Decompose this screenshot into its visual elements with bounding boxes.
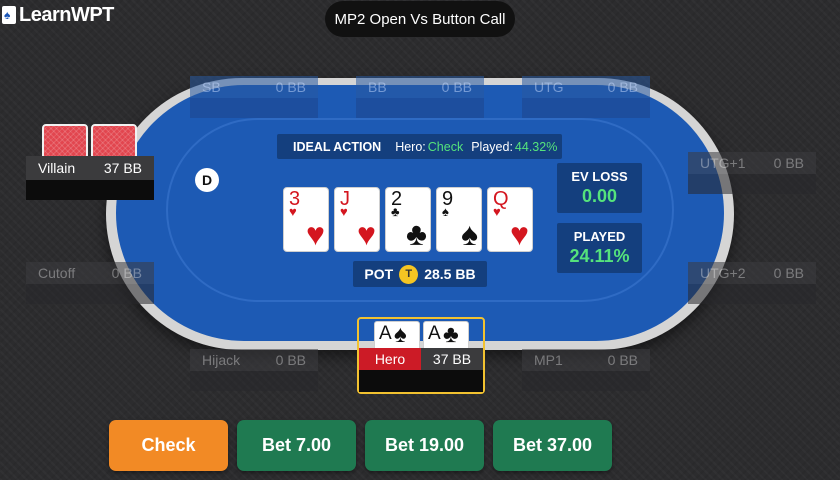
seat-name: UTG+2: [700, 265, 746, 281]
played-box: PLAYED 24.11%: [557, 223, 642, 273]
pot-value: 28.5 BB: [424, 266, 476, 282]
heart-icon: ♥: [289, 204, 297, 219]
card-rank: A: [428, 323, 441, 344]
seat-name: Hijack: [202, 352, 241, 368]
seat-name: UTG: [534, 79, 564, 95]
ideal-hero-action: Check: [427, 139, 464, 154]
spade-icon: ♠: [442, 204, 449, 219]
villain-hole-cards: [42, 124, 138, 164]
hero-seat: Hero 37 BB: [359, 348, 483, 392]
hero-card: A ♠: [374, 321, 420, 351]
seat-sb: SB 0 BB: [190, 76, 318, 118]
ev-loss-box: EV LOSS 0.00: [557, 163, 642, 213]
board-card: Q ♥ ♥: [487, 187, 533, 252]
heart-icon: ♥: [510, 216, 529, 252]
ev-loss-value: 0.00: [581, 186, 618, 206]
bet-7-button[interactable]: Bet 7.00: [237, 420, 356, 471]
seat-utg: UTG 0 BB: [522, 76, 650, 118]
seat-name: Cutoff: [38, 265, 76, 281]
villain-seat: Villain 37 BB: [26, 156, 154, 200]
board-card: 9 ♠ ♠: [436, 187, 482, 252]
seat-name: SB: [202, 79, 221, 95]
club-icon: ♣: [406, 216, 427, 252]
ideal-played-value: 44.32%: [514, 139, 558, 154]
seat-name: UTG+1: [700, 155, 746, 171]
seat-stack: 0 BB: [607, 79, 638, 95]
seat-stack: 0 BB: [275, 79, 306, 95]
played-label: PLAYED: [573, 229, 626, 244]
ideal-action-label: IDEAL ACTION: [293, 139, 382, 154]
villain-stack: 37 BB: [103, 160, 142, 176]
scenario-title: MP2 Open Vs Button Call: [325, 1, 515, 37]
seat-stack: 0 BB: [773, 155, 804, 171]
board-card: J ♥ ♥: [334, 187, 380, 252]
seat-utg1: UTG+1 0 BB: [688, 152, 816, 194]
bet-19-button[interactable]: Bet 19.00: [365, 420, 484, 471]
hero-card: A ♣: [423, 321, 469, 351]
seat-name: MP1: [534, 352, 563, 368]
club-icon: ♣: [443, 321, 459, 348]
seat-stack: 0 BB: [441, 79, 472, 95]
board-card: 2 ♣ ♣: [385, 187, 431, 252]
heart-icon: ♥: [340, 204, 348, 219]
seat-stack: 0 BB: [607, 352, 638, 368]
spade-card-icon: [2, 6, 16, 24]
seat-stack: 0 BB: [111, 265, 142, 281]
pot-label: POT: [364, 266, 394, 282]
spade-icon: ♠: [394, 321, 407, 348]
heart-icon: ♥: [357, 216, 376, 252]
check-button[interactable]: Check: [109, 420, 228, 471]
chip-icon: T: [399, 264, 419, 284]
bet-37-button[interactable]: Bet 37.00: [493, 420, 612, 471]
club-icon: ♣: [391, 204, 400, 219]
hero-name: Hero: [359, 348, 421, 370]
ideal-hero-label: Hero:: [395, 139, 426, 154]
spade-icon: ♠: [461, 216, 478, 252]
board-cards: 3 ♥ ♥ J ♥ ♥ 2 ♣ ♣ 9 ♠ ♠ Q ♥ ♥: [283, 187, 533, 252]
board-card: 3 ♥ ♥: [283, 187, 329, 252]
seat-utg2: UTG+2 0 BB: [688, 262, 816, 304]
ideal-played-label: Played:: [471, 139, 513, 154]
learnwpt-logo: LearnWPT: [2, 4, 114, 26]
hero-stack: 37 BB: [421, 348, 483, 370]
seat-stack: 0 BB: [773, 265, 804, 281]
villain-name: Villain: [38, 160, 76, 176]
ideal-action-bar: IDEAL ACTION Hero: Check Played: 44.32%: [277, 134, 562, 159]
seat-cutoff: Cutoff 0 BB: [26, 262, 154, 304]
logo-text: LearnWPT: [19, 3, 114, 26]
card-rank: A: [379, 323, 392, 344]
heart-icon: ♥: [306, 216, 325, 252]
seat-stack: 0 BB: [275, 352, 306, 368]
played-value: 24.11%: [569, 246, 630, 266]
seat-bb: BB 0 BB: [356, 76, 484, 118]
seat-mp1: MP1 0 BB: [522, 349, 650, 391]
dealer-button: D: [195, 168, 219, 192]
ev-loss-label: EV LOSS: [571, 169, 628, 184]
seat-name: BB: [368, 79, 387, 95]
pot-display: POT T 28.5 BB: [353, 261, 487, 287]
hero-hole-cards: A ♠ A ♣: [374, 321, 469, 351]
seat-hijack: Hijack 0 BB: [190, 349, 318, 391]
heart-icon: ♥: [493, 204, 501, 219]
